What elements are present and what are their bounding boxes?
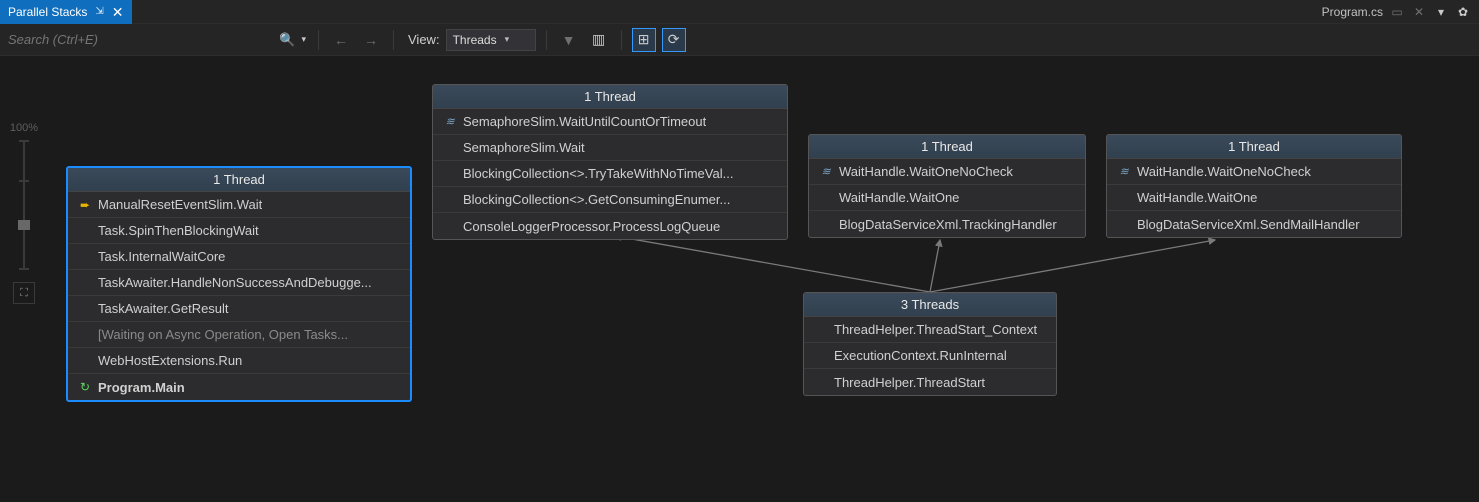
view-label: View: xyxy=(408,32,440,47)
stack-frame[interactable]: BlockingCollection<>.TryTakeWithNoTimeVa… xyxy=(433,161,787,187)
stack-main[interactable]: 1 Thread ➨ManualResetEventSlim.Wait Task… xyxy=(66,166,412,402)
thread-wave-icon: ≋ xyxy=(1119,165,1128,178)
search-dropdown-icon[interactable]: ▾ xyxy=(299,34,308,45)
stack-frame[interactable]: ThreadHelper.ThreadStart xyxy=(804,369,1056,395)
preview-icon[interactable]: ▭ xyxy=(1389,4,1405,20)
zoom-fit-button[interactable]: ⛶ xyxy=(13,282,35,304)
zoom-thumb[interactable] xyxy=(18,220,30,230)
zoom-label: 100% xyxy=(10,122,38,134)
thread-wave-icon: ≋ xyxy=(445,115,454,128)
gear-icon[interactable]: ✿ xyxy=(1455,4,1471,20)
divider xyxy=(621,30,622,50)
entry-frame-icon: ↻ xyxy=(80,380,90,394)
close-doc-icon[interactable]: ✕ xyxy=(1411,4,1427,20)
stack-wait-sendmail[interactable]: 1 Thread ≋WaitHandle.WaitOneNoCheck Wait… xyxy=(1106,134,1402,238)
thread-wave-icon: ≋ xyxy=(821,165,830,178)
filter-icon[interactable]: ▼ xyxy=(557,28,581,52)
toggle-method-view-button[interactable]: ⊞ xyxy=(632,28,656,52)
pin-icon[interactable]: ⇲ xyxy=(95,6,103,17)
stacks-canvas[interactable]: 100% ⛶ 1 Thread ➨ManualResetEventSlim.Wa… xyxy=(0,56,1479,502)
divider xyxy=(546,30,547,50)
stack-frame[interactable]: BlockingCollection<>.GetConsumingEnumer.… xyxy=(433,187,787,213)
stack-semaphore[interactable]: 1 Thread ≋SemaphoreSlim.WaitUntilCountOr… xyxy=(432,84,788,240)
stack-frame[interactable]: TaskAwaiter.HandleNonSuccessAndDebugge..… xyxy=(68,270,410,296)
back-button[interactable]: ← xyxy=(329,28,353,52)
toolbar: 🔍 ▾ ← → View: Threads ▾ ▼ ▥ ⊞ ⟳ xyxy=(0,24,1479,56)
tab-title: Parallel Stacks xyxy=(8,5,87,19)
stack-frame[interactable]: ≋SemaphoreSlim.WaitUntilCountOrTimeout xyxy=(433,109,787,135)
active-file-label: Program.cs xyxy=(1322,5,1383,19)
stack-frame[interactable]: ➨ManualResetEventSlim.Wait xyxy=(68,192,410,218)
stack-frame[interactable]: ≋WaitHandle.WaitOneNoCheck xyxy=(1107,159,1401,185)
title-bar: Parallel Stacks ⇲ ✕ Program.cs ▭ ✕ ▾ ✿ xyxy=(0,0,1479,24)
stack-frame[interactable]: WaitHandle.WaitOne xyxy=(1107,185,1401,211)
current-frame-icon: ➨ xyxy=(80,198,90,212)
stack-header: 1 Thread xyxy=(809,135,1085,159)
close-icon[interactable]: ✕ xyxy=(112,5,124,19)
stack-frame[interactable]: TaskAwaiter.GetResult xyxy=(68,296,410,322)
combo-value: Threads xyxy=(453,33,497,47)
stack-three-threads[interactable]: 3 Threads ThreadHelper.ThreadStart_Conte… xyxy=(803,292,1057,396)
stack-frame[interactable]: BlogDataServiceXml.TrackingHandler xyxy=(809,211,1085,237)
search-wrap: 🔍 ▾ xyxy=(8,28,308,51)
stack-frame[interactable]: ConsoleLoggerProcessor.ProcessLogQueue xyxy=(433,213,787,239)
zoom-slider[interactable]: 100% ⛶ xyxy=(8,122,40,304)
threads-icon[interactable]: ▥ xyxy=(587,28,611,52)
stack-header: 1 Thread xyxy=(433,85,787,109)
tab-parallel-stacks[interactable]: Parallel Stacks ⇲ ✕ xyxy=(0,0,132,24)
stack-frame[interactable]: ExecutionContext.RunInternal xyxy=(804,343,1056,369)
stack-frame[interactable]: Task.SpinThenBlockingWait xyxy=(68,218,410,244)
chevron-down-icon: ▾ xyxy=(505,34,510,45)
search-input[interactable] xyxy=(8,28,275,51)
view-combo[interactable]: Threads ▾ xyxy=(446,29,536,51)
stack-frame[interactable]: ThreadHelper.ThreadStart_Context xyxy=(804,317,1056,343)
stack-frame[interactable]: BlogDataServiceXml.SendMailHandler xyxy=(1107,211,1401,237)
search-icon[interactable]: 🔍 xyxy=(275,32,299,48)
forward-button[interactable]: → xyxy=(359,28,383,52)
stack-frame[interactable]: WaitHandle.WaitOne xyxy=(809,185,1085,211)
chevron-down-icon[interactable]: ▾ xyxy=(1433,4,1449,20)
stack-wait-tracking[interactable]: 1 Thread ≋WaitHandle.WaitOneNoCheck Wait… xyxy=(808,134,1086,238)
zoom-track[interactable] xyxy=(23,140,25,270)
stack-frame[interactable]: Task.InternalWaitCore xyxy=(68,244,410,270)
stack-frame[interactable]: ≋WaitHandle.WaitOneNoCheck xyxy=(809,159,1085,185)
divider xyxy=(318,30,319,50)
divider xyxy=(393,30,394,50)
auto-scroll-button[interactable]: ⟳ xyxy=(662,28,686,52)
stack-frame[interactable]: ↻Program.Main xyxy=(68,374,410,400)
stack-frame[interactable]: SemaphoreSlim.Wait xyxy=(433,135,787,161)
stack-frame[interactable]: [Waiting on Async Operation, Open Tasks.… xyxy=(68,322,410,348)
stack-header: 1 Thread xyxy=(1107,135,1401,159)
stack-header: 3 Threads xyxy=(804,293,1056,317)
stack-header: 1 Thread xyxy=(68,168,410,192)
stack-frame[interactable]: WebHostExtensions.Run xyxy=(68,348,410,374)
